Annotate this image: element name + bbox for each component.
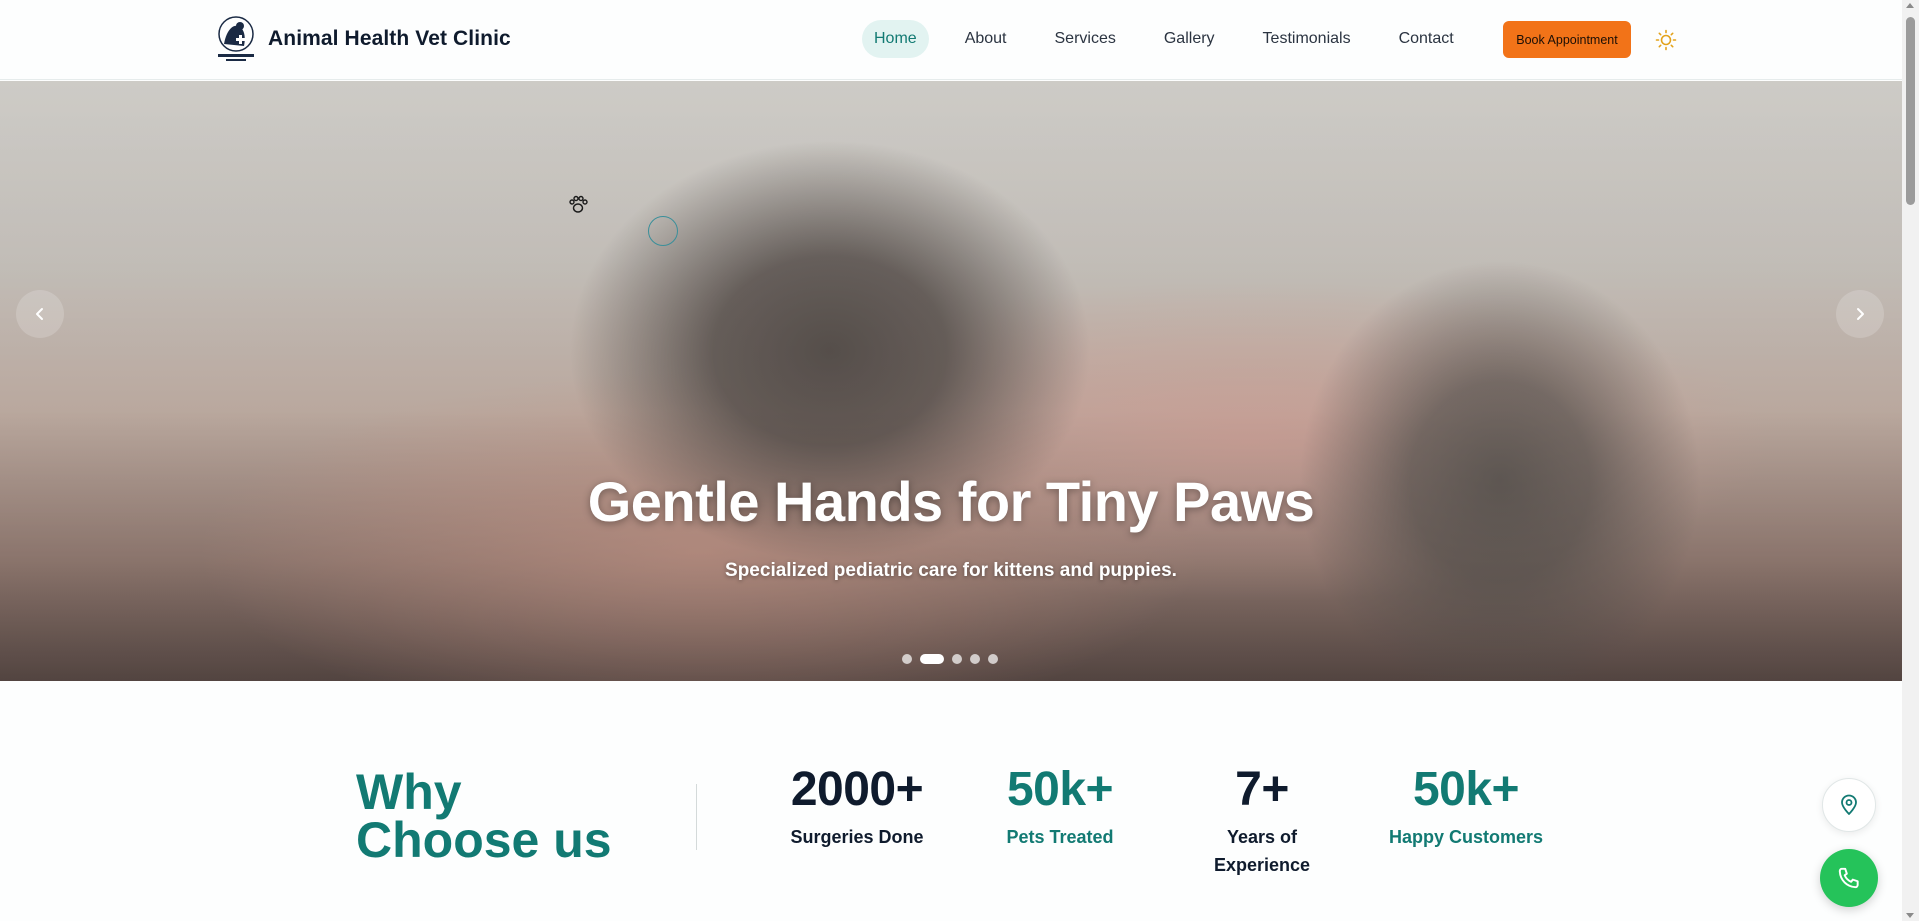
scroll-down-arrow[interactable] (1906, 913, 1914, 918)
nav-gallery[interactable]: Gallery (1152, 20, 1227, 58)
main-nav: Home About Services Gallery Testimonials… (862, 20, 1490, 58)
carousel-prev-button[interactable] (16, 290, 64, 338)
carousel-next-button[interactable] (1836, 290, 1884, 338)
book-appointment-button[interactable]: Book Appointment (1503, 21, 1631, 58)
nav-services[interactable]: Services (1043, 20, 1128, 58)
brand-name: Animal Health Vet Clinic (268, 27, 511, 50)
carousel-dot-4[interactable] (970, 654, 980, 664)
stat-value: 50k+ (1006, 763, 1114, 816)
stat-label: Happy Customers (1388, 827, 1544, 847)
scroll-thumb[interactable] (1906, 17, 1915, 205)
stat-pets-treated: 50k+ Pets Treated (980, 757, 1140, 851)
stat-value: 7+ (1235, 763, 1289, 816)
paw-cursor-icon (569, 195, 588, 213)
carousel-dots (902, 654, 998, 664)
phone-icon (1838, 867, 1859, 889)
page-scrollbar[interactable] (1902, 0, 1919, 921)
carousel-dot-3[interactable] (952, 654, 962, 664)
brand[interactable]: Animal Health Vet Clinic (214, 14, 511, 64)
stat-value: 2000+ (790, 763, 924, 816)
hero-image-kittens (0, 81, 1902, 681)
cursor-ring (648, 216, 678, 246)
hero-subtitle: Specialized pediatric care for kittens a… (725, 560, 1177, 581)
stat-label: Surgeries Done (790, 827, 924, 847)
chevron-right-icon (1857, 308, 1864, 320)
stat-label: Years of Experience (1213, 827, 1311, 875)
carousel-dot-5[interactable] (988, 654, 998, 664)
stat-happy-customers: 50k+ Happy Customers (1378, 757, 1554, 851)
location-button[interactable] (1822, 778, 1876, 832)
why-choose-us-title: Why Choose us (356, 764, 612, 868)
carousel-dot-1[interactable] (902, 654, 912, 664)
call-button[interactable] (1820, 849, 1878, 907)
hero-title: Gentle Hands for Tiny Paws (587, 470, 1315, 533)
nav-testimonials[interactable]: Testimonials (1251, 20, 1363, 58)
sun-icon[interactable] (1655, 29, 1677, 51)
nav-contact[interactable]: Contact (1387, 20, 1466, 58)
map-pin-icon (1841, 794, 1857, 815)
chevron-left-icon (36, 308, 43, 320)
scroll-up-arrow[interactable] (1906, 3, 1914, 8)
vet-clinic-logo-icon (218, 16, 254, 61)
site-header: Animal Health Vet Clinic Home About Serv… (0, 0, 1902, 80)
nav-home[interactable]: Home (862, 20, 929, 58)
carousel-dot-2[interactable] (920, 654, 944, 664)
stat-label: Pets Treated (1006, 827, 1114, 847)
stat-value: 50k+ (1412, 763, 1520, 816)
stat-surgeries: 2000+ Surgeries Done (774, 757, 940, 851)
section-divider (696, 784, 697, 850)
hero-carousel: Gentle Hands for Tiny Paws Specialized p… (0, 81, 1902, 681)
nav-about[interactable]: About (953, 20, 1019, 58)
stat-years-experience: 7+ Years of Experience (1202, 757, 1322, 879)
